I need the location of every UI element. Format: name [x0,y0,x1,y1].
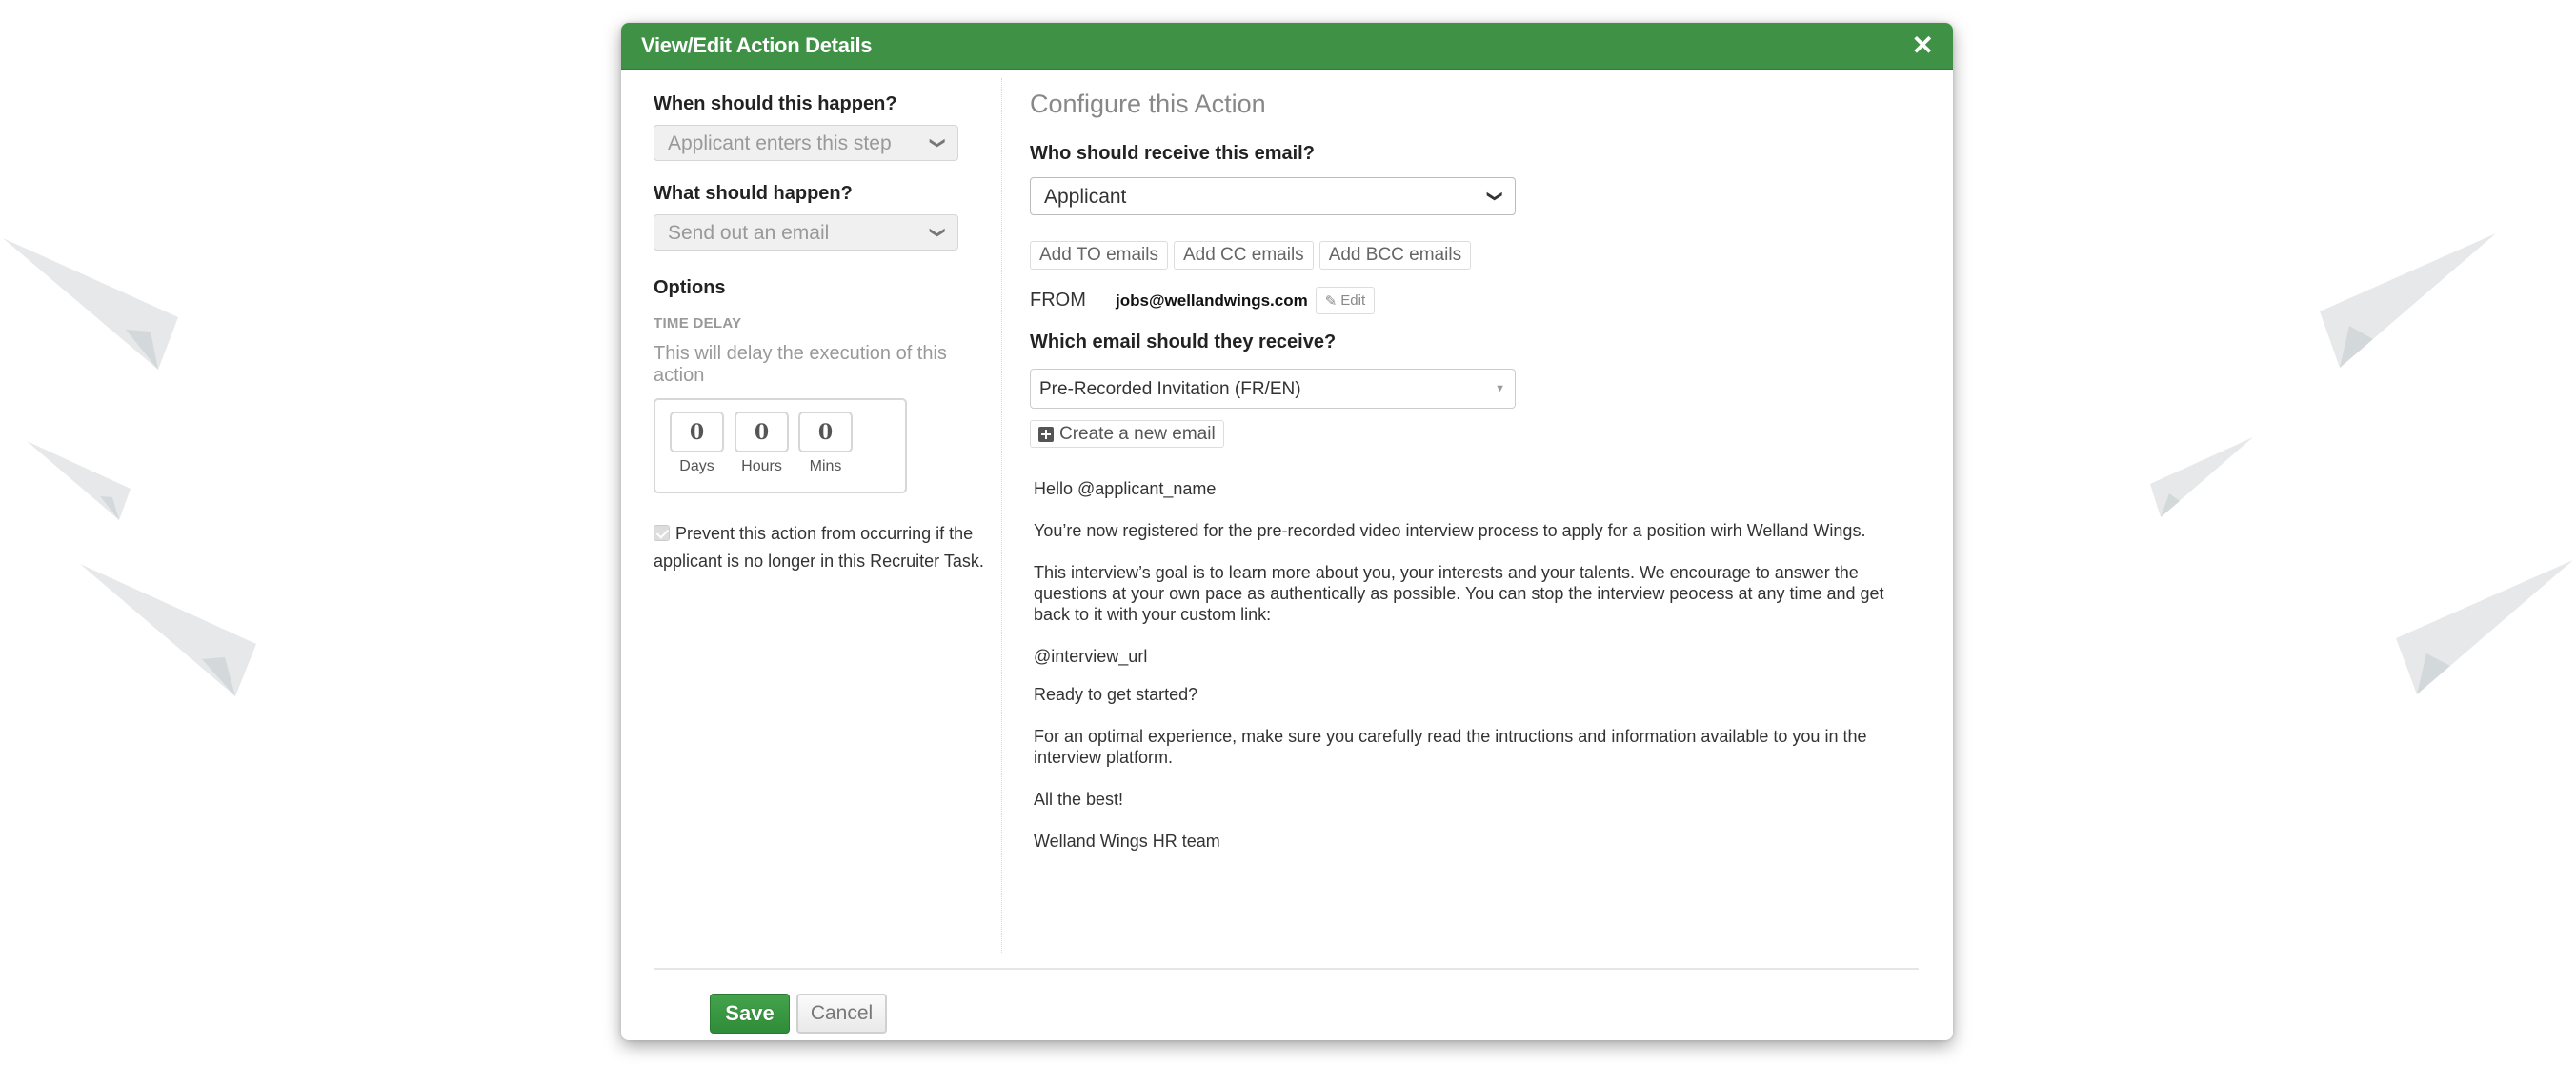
time-delay-help: This will delay the execution of this ac… [654,343,947,386]
chevron-down-icon: ❯ [1486,190,1503,203]
prevent-action-row: Prevent this action from occurring if th… [654,520,996,575]
cancel-button[interactable]: Cancel [796,994,887,1034]
chevron-down-icon: ❯ [929,226,946,239]
add-cc-emails-button[interactable]: Add CC emails [1173,241,1314,270]
days-label: Days [679,458,714,474]
modal-body: When should this happen? Applicant enter… [621,70,1953,1038]
prevent-action-text-1: Prevent this action from occurring if th… [675,524,974,543]
paper-plane-icon [3,238,178,370]
create-new-email-label: Create a new email [1059,423,1216,444]
delay-days: 0 Days [670,412,724,475]
which-email-label: Which email should they receive? [1030,332,1337,352]
when-select[interactable]: Applicant enters this step ❯ [654,125,958,161]
when-label: When should this happen? [654,93,897,114]
paper-plane-icon [2150,437,2253,517]
from-email: jobs@wellandwings.com [1116,291,1308,310]
paper-plane-icon [80,564,256,696]
save-button[interactable]: Save [710,994,790,1034]
options-title: Options [654,277,726,298]
caret-down-icon: ▼ [1495,383,1505,394]
paper-plane-icon [27,441,131,520]
add-recipients-group: Add TO emails Add CC emails Add BCC emails [1030,241,1925,270]
footer-divider [654,968,1919,970]
recipient-value: Applicant [1044,186,1127,208]
close-icon[interactable]: ✕ [1912,32,1934,59]
configure-panel: Configure this Action Who should receive… [1030,70,1925,873]
paper-plane-icon [2396,560,2573,694]
modal-title: View/Edit Action Details [641,33,873,57]
email-body-line: You’re now registered for the pre-record… [1034,521,1866,540]
email-body-line: @interview_url [1034,647,1148,666]
email-body-line: Hello @applicant_name [1034,479,1217,498]
pencil-icon: ✎ [1324,292,1338,310]
email-preview: Hello @applicant_name You’re now registe… [1034,478,1891,852]
delay-hours: 0 Hours [735,412,789,475]
hours-input[interactable]: 0 [735,412,789,452]
create-email-wrap: Create a new email [1030,420,1925,448]
prevent-action-text-2: applicant is no longer in this Recruiter… [654,552,984,571]
email-template-select[interactable]: Pre-Recorded Invitation (FR/EN) ▼ [1030,369,1516,409]
edit-from-button[interactable]: ✎ Edit [1315,287,1376,314]
recipient-select[interactable]: Applicant ❯ [1030,177,1516,215]
what-select-value: Send out an email [668,222,830,244]
action-details-modal: View/Edit Action Details ✕ When should t… [621,23,1953,1040]
time-delay-label: TIME DELAY [654,315,742,332]
email-body-line: Ready to get started? [1034,685,1198,704]
mins-input[interactable]: 0 [798,412,853,452]
mins-label: Mins [809,458,842,474]
paper-plane-icon [2320,233,2496,368]
when-select-value: Applicant enters this step [668,132,892,154]
trigger-panel: When should this happen? Applicant enter… [654,70,996,575]
what-label: What should happen? [654,183,853,204]
from-row: FROM jobs@wellandwings.com ✎ Edit [1030,287,1925,314]
prevent-action-checkbox[interactable] [654,525,670,541]
plus-square-icon [1038,426,1054,442]
email-body-line: This interview’s goal is to learn more a… [1034,563,1884,624]
receive-label: Who should receive this email? [1030,143,1315,164]
column-divider [1001,78,1002,953]
modal-header: View/Edit Action Details ✕ [621,23,1953,70]
create-new-email-button[interactable]: Create a new email [1030,420,1224,448]
configure-title: Configure this Action [1030,90,1266,118]
what-select[interactable]: Send out an email ❯ [654,214,958,251]
edit-label: Edit [1340,292,1366,309]
days-input[interactable]: 0 [670,412,724,452]
delay-mins: 0 Mins [798,412,853,475]
add-bcc-emails-button[interactable]: Add BCC emails [1318,241,1472,270]
add-to-emails-button[interactable]: Add TO emails [1030,241,1168,270]
hours-label: Hours [741,458,782,474]
email-body-line: For an optimal experience, make sure you… [1034,727,1867,767]
from-label: FROM [1030,290,1086,311]
chevron-down-icon: ❯ [929,136,946,150]
email-template-value: Pre-Recorded Invitation (FR/EN) [1039,379,1301,399]
time-delay-box: 0 Days 0 Hours 0 Mins [654,398,907,493]
email-body-line: Welland Wings HR team [1034,832,1220,851]
email-body-line: All the best! [1034,790,1124,809]
